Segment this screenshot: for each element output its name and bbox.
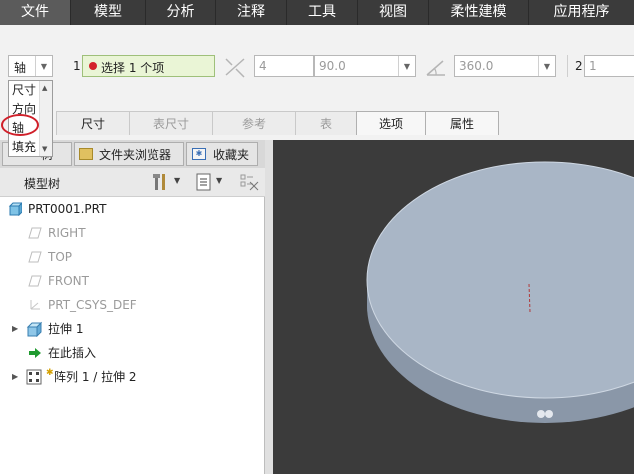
star-marker-icon: ✱ bbox=[46, 368, 54, 378]
favorites-icon: ✱ bbox=[192, 148, 206, 160]
panel-title: 模型树 bbox=[24, 177, 61, 191]
ref1-number: 1 bbox=[73, 59, 81, 73]
insert-arrow-icon bbox=[29, 348, 41, 358]
second-direction-count-input[interactable]: 1 bbox=[584, 55, 634, 77]
dropdown-scrollbar[interactable]: ▲ ▼ bbox=[39, 81, 52, 156]
tree-item-label: RIGHT bbox=[48, 226, 86, 240]
tab-properties[interactable]: 属性 bbox=[425, 111, 499, 135]
ref1-collector[interactable]: 选择 1 个项 bbox=[82, 55, 215, 77]
model-tree-panel: 模型树 ▼ ▼ PRT0001.PRT RIGHT TOP FRONT PRT_… bbox=[0, 168, 265, 474]
tree-item-label: 拉伸 1 bbox=[48, 322, 84, 336]
required-dot-icon bbox=[89, 62, 97, 70]
member-count-input[interactable]: 4 bbox=[254, 55, 314, 77]
highlight-circle bbox=[1, 114, 39, 136]
menu-tools[interactable]: 工具 bbox=[287, 0, 358, 25]
tree-item-label: PRT0001.PRT bbox=[28, 202, 107, 216]
menu-annotate[interactable]: 注释 bbox=[216, 0, 287, 25]
tab-folder-browser[interactable]: 文件夹浏览器 bbox=[74, 142, 184, 166]
disk-model bbox=[366, 161, 634, 423]
part-icon bbox=[8, 202, 22, 216]
tab-table[interactable]: 表 bbox=[295, 111, 357, 135]
angle-extent-icon[interactable] bbox=[424, 55, 448, 79]
chevron-down-icon[interactable]: ▼ bbox=[216, 176, 222, 185]
expand-arrow-icon[interactable]: ▶ bbox=[12, 318, 18, 340]
coordinate-system-icon bbox=[30, 300, 40, 310]
menu-applications[interactable]: 应用程序 bbox=[529, 0, 634, 25]
folder-icon bbox=[79, 148, 93, 160]
spacing-angle-value: 90.0 bbox=[319, 59, 346, 73]
pattern-dashboard: 轴 ▼ 1 选择 1 个项 4 90.0 ▼ 360.0 ▼ 2 1 尺寸 表尺… bbox=[0, 25, 634, 140]
pattern-icon bbox=[26, 369, 42, 385]
tab-dimensions[interactable]: 尺寸 bbox=[56, 111, 130, 135]
model-tree-header: 模型树 ▼ ▼ bbox=[0, 168, 265, 197]
menu-bar: 文件 模型 分析 注释 工具 视图 柔性建模 应用程序 bbox=[0, 0, 634, 25]
chevron-down-icon[interactable]: ▼ bbox=[398, 56, 415, 76]
tree-item-label: 在此插入 bbox=[48, 346, 97, 360]
menu-analysis[interactable]: 分析 bbox=[146, 0, 216, 25]
spacing-angle-input[interactable]: 90.0 ▼ bbox=[314, 55, 416, 77]
extrude-icon bbox=[26, 321, 42, 337]
menu-view[interactable]: 视图 bbox=[358, 0, 429, 25]
dashboard-tabs: 尺寸 表尺寸 参考 表 选项 属性 bbox=[56, 111, 499, 137]
expand-arrow-icon[interactable]: ▶ bbox=[12, 366, 18, 388]
menu-model[interactable]: 模型 bbox=[71, 0, 146, 25]
divider bbox=[567, 55, 568, 77]
datum-plane-icon bbox=[28, 227, 42, 239]
tab-options[interactable]: 选项 bbox=[356, 111, 426, 135]
graphics-viewport[interactable] bbox=[273, 140, 634, 474]
angle-extent-input[interactable]: 360.0 ▼ bbox=[454, 55, 556, 77]
tree-item-label: PRT_CSYS_DEF bbox=[48, 298, 137, 312]
menu-file[interactable]: 文件 bbox=[0, 0, 71, 25]
angle-extent-value: 360.0 bbox=[459, 59, 494, 73]
tree-item-label: 阵列 1 / 拉伸 2 bbox=[54, 370, 137, 384]
chevron-down-icon[interactable]: ▼ bbox=[35, 56, 52, 76]
chevron-down-icon[interactable]: ▼ bbox=[538, 56, 555, 76]
ref1-text: 选择 1 个项 bbox=[101, 61, 165, 75]
member-count-value: 4 bbox=[259, 59, 267, 73]
chevron-down-icon[interactable]: ▼ bbox=[174, 176, 180, 185]
menu-flexible-modeling[interactable]: 柔性建模 bbox=[429, 0, 529, 25]
tab-table-dimensions[interactable]: 表尺寸 bbox=[129, 111, 213, 135]
tree-item-label: FRONT bbox=[48, 274, 89, 288]
tab-references[interactable]: 参考 bbox=[212, 111, 296, 135]
tree-filter-icon[interactable] bbox=[238, 172, 260, 192]
flip-direction-icon[interactable] bbox=[222, 55, 248, 79]
datum-plane-icon bbox=[28, 275, 42, 287]
tab-favorites-label: 收藏夹 bbox=[213, 148, 250, 162]
second-direction-count-value: 1 bbox=[589, 59, 597, 73]
pattern-type-value: 轴 bbox=[14, 61, 27, 75]
pattern-type-select[interactable]: 轴 ▼ bbox=[8, 55, 53, 77]
tab-favorites[interactable]: ✱ 收藏夹 bbox=[186, 142, 258, 166]
panel-splitter[interactable] bbox=[265, 140, 273, 474]
show-list-icon[interactable] bbox=[196, 173, 212, 191]
ref2-number: 2 bbox=[575, 59, 583, 73]
datum-plane-icon bbox=[28, 251, 42, 263]
tree-item-label: TOP bbox=[48, 250, 73, 264]
settings-tools-icon[interactable] bbox=[152, 172, 170, 192]
tab-folder-browser-label: 文件夹浏览器 bbox=[99, 148, 172, 162]
